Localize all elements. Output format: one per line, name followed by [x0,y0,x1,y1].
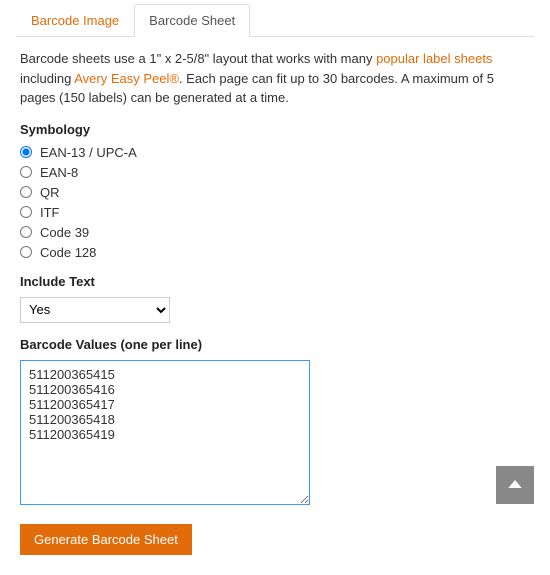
symbology-option-c39[interactable]: Code 39 [20,225,530,240]
symbology-radio-ean13[interactable] [20,146,32,158]
symbology-option-label: Code 128 [40,245,96,260]
link-avery-easy-peel[interactable]: Avery Easy Peel® [74,71,179,86]
tab-barcode-image[interactable]: Barcode Image [16,4,134,37]
symbology-radio-ean8[interactable] [20,166,32,178]
intro-text: Barcode sheets use a 1" x 2-5/8" layout … [20,49,530,108]
symbology-option-label: Code 39 [40,225,89,240]
include-text-select[interactable]: YesNo [20,297,170,323]
symbology-radio-c39[interactable] [20,226,32,238]
symbology-option-label: ITF [40,205,60,220]
symbology-radio-qr[interactable] [20,186,32,198]
symbology-option-c128[interactable]: Code 128 [20,245,530,260]
generate-barcode-sheet-button[interactable]: Generate Barcode Sheet [20,524,192,555]
include-text-label: Include Text [20,274,530,289]
barcode-values-textarea[interactable] [20,360,310,505]
intro-part1: Barcode sheets use a 1" x 2-5/8" layout … [20,51,376,66]
scroll-to-top-button[interactable] [496,466,534,504]
link-popular-label-sheets[interactable]: popular label sheets [376,51,492,66]
tabs: Barcode Image Barcode Sheet [16,0,534,37]
symbology-option-label: EAN-8 [40,165,78,180]
symbology-radio-itf[interactable] [20,206,32,218]
symbology-option-label: EAN-13 / UPC-A [40,145,137,160]
symbology-option-ean13[interactable]: EAN-13 / UPC-A [20,145,530,160]
symbology-option-itf[interactable]: ITF [20,205,530,220]
symbology-label: Symbology [20,122,530,137]
tab-barcode-sheet[interactable]: Barcode Sheet [134,4,250,37]
symbology-option-label: QR [40,185,60,200]
intro-part2: including [20,71,74,86]
symbology-radio-c128[interactable] [20,246,32,258]
tab-content: Barcode sheets use a 1" x 2-5/8" layout … [0,37,550,575]
symbology-option-qr[interactable]: QR [20,185,530,200]
symbology-radio-group: EAN-13 / UPC-A EAN-8 QR ITF Code 39 Code 128 [20,145,530,260]
symbology-option-ean8[interactable]: EAN-8 [20,165,530,180]
chevron-up-icon [507,476,523,495]
barcode-values-label: Barcode Values (one per line) [20,337,530,352]
